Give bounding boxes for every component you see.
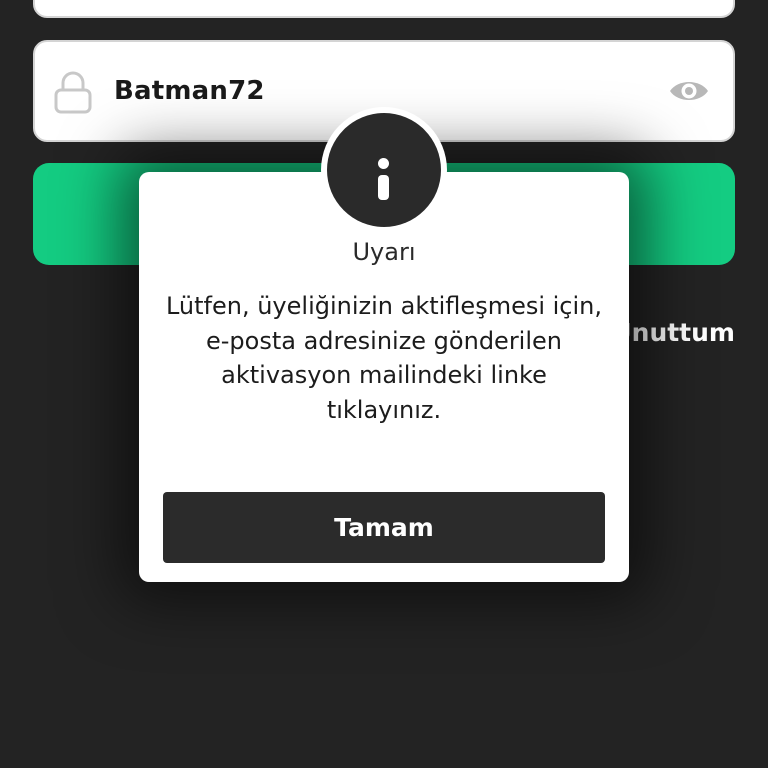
login-screen: Batman72 Şifremi Unuttum Uyarı Lütfen, ü…: [0, 0, 768, 768]
dialog-title: Uyarı: [352, 238, 416, 266]
info-badge: [321, 107, 447, 233]
info-icon: [327, 113, 441, 227]
dialog-message: Lütfen, üyeliğinizin aktifleşmesi için, …: [165, 292, 603, 424]
ok-button[interactable]: Tamam: [163, 492, 605, 563]
